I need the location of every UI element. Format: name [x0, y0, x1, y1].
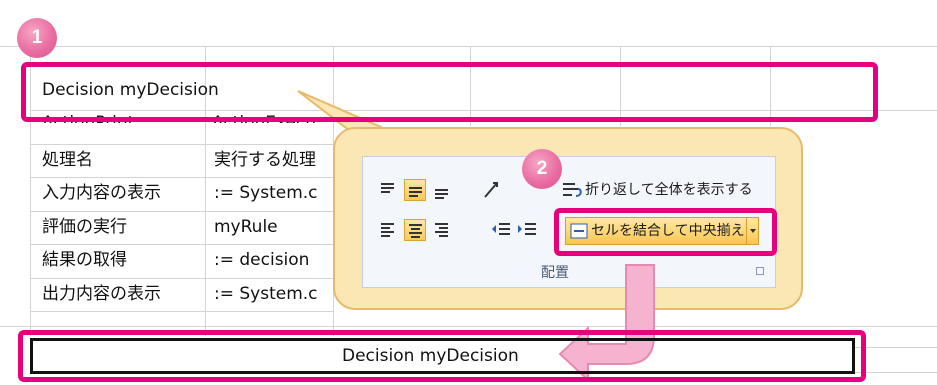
- merged-result-text: Decision myDecision: [342, 346, 519, 366]
- flow-arrow: [558, 264, 655, 383]
